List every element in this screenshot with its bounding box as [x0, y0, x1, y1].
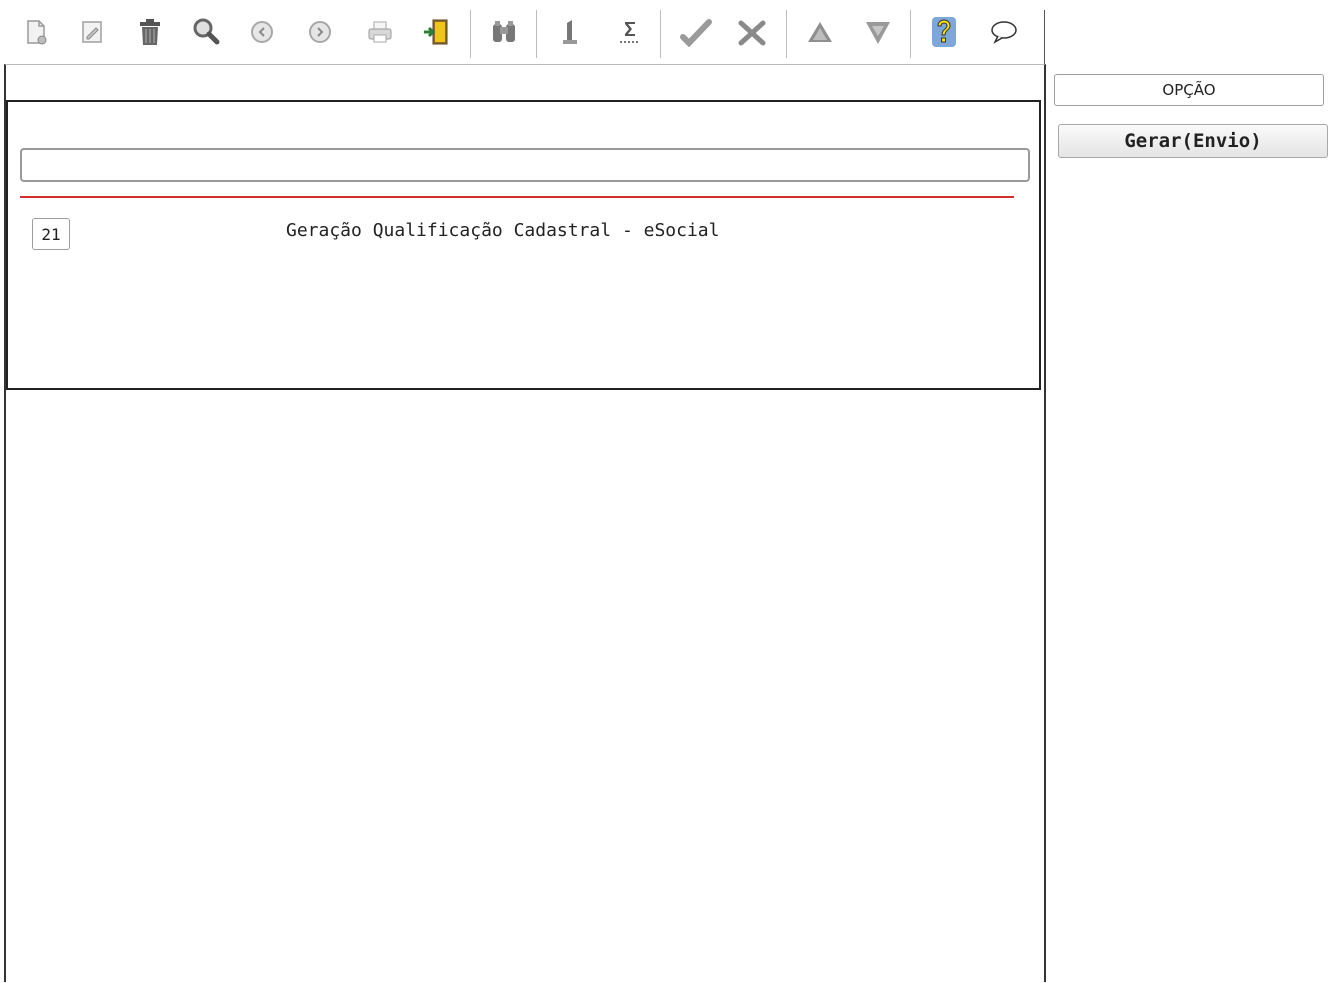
- toolbar-right-border: [1044, 10, 1045, 64]
- info-icon[interactable]: [550, 12, 590, 52]
- generate-send-button[interactable]: Gerar(Envio): [1058, 124, 1328, 158]
- right-panel: OPÇÃO Gerar(Envio): [1046, 64, 1330, 983]
- confirm-check-icon[interactable]: [676, 12, 716, 52]
- selection-panel: 21 Geração Qualificação Cadastral - eSoc…: [6, 100, 1041, 390]
- sum-icon[interactable]: [610, 12, 650, 52]
- toolbar-separator: [470, 10, 471, 58]
- item-code-field[interactable]: 21: [32, 218, 70, 250]
- toolbar: [0, 0, 1046, 64]
- filter-input[interactable]: [20, 148, 1030, 182]
- search-magnifier-icon[interactable]: [186, 12, 226, 52]
- item-label: Geração Qualificação Cadastral - eSocial: [286, 220, 720, 241]
- exit-door-icon[interactable]: [416, 12, 456, 52]
- option-label: OPÇÃO: [1054, 74, 1324, 106]
- edit-icon[interactable]: [72, 12, 112, 52]
- new-document-icon[interactable]: [16, 12, 56, 52]
- toolbar-separator: [910, 10, 911, 58]
- help-question-icon[interactable]: [924, 12, 964, 52]
- next-arrow-icon[interactable]: [300, 12, 340, 52]
- toolbar-separator: [536, 10, 537, 58]
- toolbar-separator: [660, 10, 661, 58]
- toolbar-separator: [786, 10, 787, 58]
- previous-arrow-icon[interactable]: [242, 12, 282, 52]
- delete-trash-icon[interactable]: [130, 12, 170, 52]
- filter-down-icon[interactable]: [858, 12, 898, 52]
- cancel-tools-icon[interactable]: [732, 12, 772, 52]
- print-icon[interactable]: [360, 12, 400, 52]
- binoculars-icon[interactable]: [484, 12, 524, 52]
- red-divider: [20, 196, 1014, 198]
- sort-up-icon[interactable]: [800, 12, 840, 52]
- comment-balloon-icon[interactable]: [984, 12, 1024, 52]
